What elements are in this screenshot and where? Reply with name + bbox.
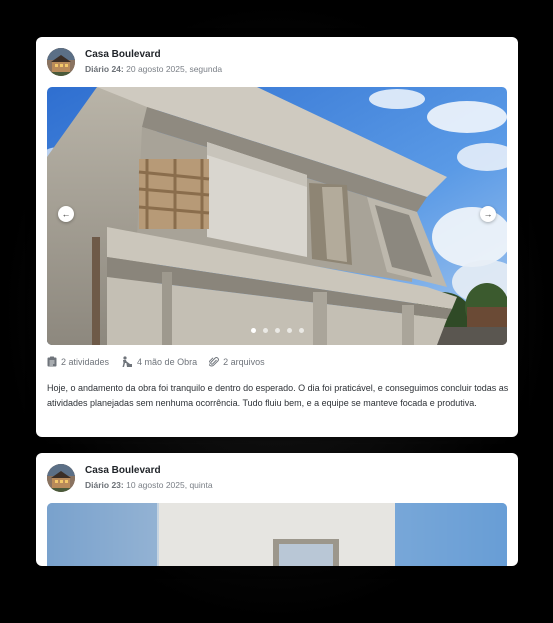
project-name: Casa Boulevard	[85, 49, 161, 61]
photo-carousel[interactable]: ← →	[47, 87, 507, 345]
arrow-right-icon: →	[483, 209, 493, 219]
diary-card[interactable]: Casa Boulevard Diário 23: 10 agosto 2025…	[36, 453, 518, 566]
carousel-dot[interactable]	[286, 328, 292, 333]
diary-date: Diário 24: 20 agosto 2025, segunda	[85, 65, 222, 74]
avatar	[47, 464, 75, 492]
carousel-next-button[interactable]: →	[480, 206, 496, 222]
diary-stats: 2 atividades 4 mão de Obra 2 arquivos	[47, 356, 277, 367]
diary-card[interactable]: Casa Boulevard Diário 24: 20 agosto 2025…	[36, 37, 518, 437]
worker-icon	[122, 356, 133, 367]
diary-date-text: 20 agosto 2025, segunda	[126, 64, 223, 75]
construction-photo	[47, 87, 507, 345]
stat-files[interactable]: 2 arquivos	[209, 356, 265, 367]
diary-label: Diário 23:	[85, 480, 124, 491]
photo-carousel[interactable]	[47, 503, 507, 566]
labor-count: 4 mão de Obra	[137, 356, 198, 367]
diary-date: Diário 23: 10 agosto 2025, quinta	[85, 481, 213, 490]
files-count: 2 arquivos	[223, 356, 265, 367]
card-header: Casa Boulevard Diário 23: 10 agosto 2025…	[47, 463, 213, 493]
diary-description: Hoje, o andamento da obra foi tranquilo …	[47, 383, 509, 408]
diary-label: Diário 24:	[85, 64, 124, 75]
paperclip-icon	[209, 357, 219, 367]
carousel-dot[interactable]	[262, 328, 268, 333]
carousel-prev-button[interactable]: ←	[58, 206, 74, 222]
card-header: Casa Boulevard Diário 24: 20 agosto 2025…	[47, 47, 222, 77]
arrow-left-icon: ←	[61, 209, 71, 219]
interior-photo	[47, 503, 507, 566]
carousel-indicators	[47, 328, 507, 333]
avatar	[47, 48, 75, 76]
diary-date-text: 10 agosto 2025, quinta	[126, 480, 213, 491]
project-name: Casa Boulevard	[85, 465, 161, 477]
activities-count: 2 atividades	[61, 356, 110, 367]
carousel-dot[interactable]	[250, 328, 256, 333]
carousel-dot[interactable]	[298, 328, 304, 333]
clipboard-icon	[47, 356, 57, 367]
stat-labor[interactable]: 4 mão de Obra	[121, 356, 197, 367]
carousel-dot[interactable]	[274, 328, 280, 333]
stat-activities[interactable]: 2 atividades	[47, 356, 109, 367]
